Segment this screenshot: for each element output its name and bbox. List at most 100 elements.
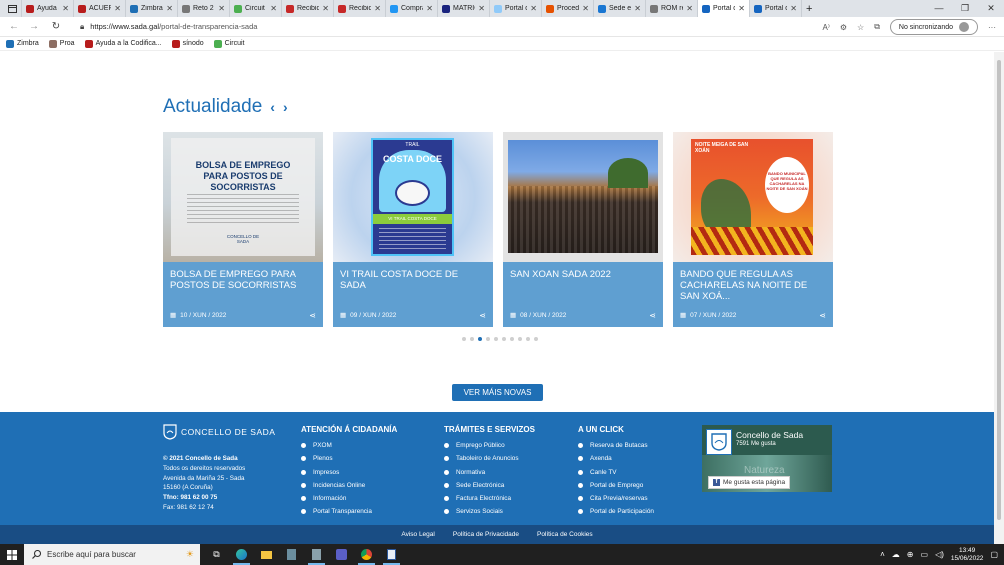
browser-tab[interactable]: Zimbra: ✕ (126, 0, 178, 17)
browser-tab[interactable]: Recibido✕ (282, 0, 334, 17)
legal-link[interactable]: Aviso Legal (401, 531, 435, 538)
carousel-dot[interactable] (486, 337, 490, 341)
word-taskbar-button[interactable] (379, 544, 404, 565)
footer-logo[interactable]: CONCELLO DE SADA (163, 424, 275, 440)
browser-tab[interactable]: Compra✕ (386, 0, 438, 17)
browser-tab[interactable]: Recibido✕ (334, 0, 386, 17)
carousel-dot[interactable] (462, 337, 466, 341)
carousel-dot[interactable] (502, 337, 506, 341)
footer-link[interactable]: Emprego Público (444, 442, 535, 449)
browser-tab[interactable]: Portal d ✕ (698, 0, 750, 17)
facebook-page-name[interactable]: Concello de Sada (736, 430, 803, 440)
footer-link[interactable]: Información (301, 495, 397, 502)
tab-close-icon[interactable]: ✕ (634, 4, 641, 13)
facebook-like-button[interactable]: f Me gusta esta página (708, 476, 791, 489)
browser-tab[interactable]: Portal d ✕ (490, 0, 542, 17)
chrome-taskbar-button[interactable] (354, 544, 379, 565)
tab-close-icon[interactable]: ✕ (738, 4, 745, 13)
tab-close-icon[interactable]: ✕ (114, 4, 121, 13)
legal-link[interactable]: Política de Cookies (537, 531, 593, 538)
teams-taskbar-button[interactable] (329, 544, 354, 565)
browser-tab[interactable]: Circuit ✕ (230, 0, 282, 17)
close-window-button[interactable]: ✕ (978, 0, 1004, 17)
browser-tab[interactable]: ROM re ✕ (646, 0, 698, 17)
tab-close-icon[interactable]: ✕ (426, 4, 433, 13)
bookmark-item[interactable]: Circuit (213, 39, 244, 48)
minimize-button[interactable]: — (926, 0, 952, 17)
scrollbar-thumb[interactable] (997, 60, 1001, 520)
tab-close-icon[interactable]: ✕ (322, 4, 329, 13)
footer-link[interactable]: Taboleiro de Anuncios (444, 455, 535, 462)
footer-link[interactable]: Impresos (301, 469, 397, 476)
share-icon[interactable]: ⋖ (479, 311, 486, 320)
battery-icon[interactable]: ▭ (921, 550, 929, 559)
footer-link[interactable]: Sede Electrónica (444, 482, 535, 489)
news-card[interactable]: NOITE MEIGA DE SAN XOÁN BANDO MUNICIPAL … (673, 132, 833, 327)
share-icon[interactable]: ⋖ (309, 311, 316, 320)
profile-sync-button[interactable]: No sincronizando (889, 19, 978, 35)
more-news-button[interactable]: VER MÁIS NOVAS (452, 384, 543, 401)
refresh-button[interactable]: ↻ (48, 21, 64, 32)
maximize-button[interactable]: ❐ (952, 0, 978, 17)
news-title[interactable]: BANDO QUE REGULA AS CACHARELAS NA NOITE … (680, 269, 826, 302)
bookmark-item[interactable]: Zimbra (6, 39, 39, 48)
collections-icon[interactable]: ⧉ (874, 22, 880, 32)
legal-link[interactable]: Política de Privacidade (453, 531, 519, 538)
browser-tab[interactable]: Proced ✕ (542, 0, 594, 17)
footer-link[interactable]: Reserva de Butacas (578, 442, 654, 449)
edge-taskbar-button[interactable] (229, 544, 254, 565)
explorer-taskbar-button[interactable] (254, 544, 279, 565)
network-icon[interactable]: ⊕ (907, 550, 914, 559)
share-icon[interactable]: ⋖ (649, 311, 656, 320)
footer-link[interactable]: Normativa (444, 469, 535, 476)
footer-link[interactable]: Canle TV (578, 469, 654, 476)
browser-tab[interactable]: Sede el ✕ (594, 0, 646, 17)
bookmark-item[interactable]: Ayuda a la Codifica... (84, 39, 162, 48)
tracking-icon[interactable]: ⚙ (840, 23, 847, 32)
start-button[interactable] (0, 544, 24, 565)
carousel-dot[interactable] (526, 337, 530, 341)
cloud-icon[interactable]: ☁ (892, 550, 900, 559)
tab-close-icon[interactable]: ✕ (790, 4, 797, 13)
carousel-prev-button[interactable]: ‹ (270, 99, 275, 115)
tab-close-icon[interactable]: ✕ (374, 4, 381, 13)
carousel-dot[interactable] (470, 337, 474, 341)
back-button[interactable]: ← (6, 21, 22, 32)
footer-link[interactable]: Incidencias Online (301, 482, 397, 489)
footer-link[interactable]: PXOM (301, 442, 397, 449)
tab-close-icon[interactable]: ✕ (478, 4, 485, 13)
news-card[interactable]: TRAIL COSTA DOCE VI TRAIL COSTA DOCE VI … (333, 132, 493, 327)
url-field[interactable]: https://www.sada.gal/portal-de-transpare… (90, 22, 257, 31)
page-scrollbar[interactable] (994, 52, 1004, 544)
tab-close-icon[interactable]: ✕ (218, 4, 225, 13)
footer-link[interactable]: Servizos Sociais (444, 508, 535, 515)
share-icon[interactable]: ⋖ (819, 311, 826, 320)
footer-link[interactable]: Cita Previa/reservas (578, 495, 654, 502)
tab-close-icon[interactable]: ✕ (62, 4, 69, 13)
news-title[interactable]: VI TRAIL COSTA DOCE DE SADA (340, 269, 486, 291)
news-title[interactable]: BOLSA DE EMPREGO PARA POSTOS DE SOCORRIS… (170, 269, 316, 291)
new-tab-button[interactable]: + (802, 0, 822, 17)
browser-tab[interactable]: Reto 2 p✕ (178, 0, 230, 17)
read-aloud-icon[interactable]: A⁾ (823, 23, 830, 32)
facebook-widget[interactable]: Concello de Sada 7591 Me gusta Natureza … (702, 425, 832, 492)
tab-close-icon[interactable]: ✕ (166, 4, 173, 13)
browser-tab[interactable]: ACUERD✕ (74, 0, 126, 17)
task-view-button[interactable]: ⧉ (204, 544, 229, 565)
footer-link[interactable]: Portal Transparencia (301, 508, 397, 515)
browser-tab[interactable]: Ayuda a✕ (22, 0, 74, 17)
news-card[interactable]: BOLSA DE EMPREGO PARA POSTOS DE SOCORRIS… (163, 132, 323, 327)
taskbar-search[interactable]: Escribe aquí para buscar ☀ (24, 544, 200, 565)
news-card[interactable]: SAN XOAN SADA 2022 ▦ 08 / XUN / 2022 ⋖ (503, 132, 663, 327)
tab-actions-button[interactable] (0, 0, 22, 17)
footer-link[interactable]: Axenda (578, 455, 654, 462)
tab-close-icon[interactable]: ✕ (270, 4, 277, 13)
news-title[interactable]: SAN XOAN SADA 2022 (510, 269, 656, 280)
carousel-dot[interactable] (478, 337, 482, 341)
clock[interactable]: 13:49 15/06/2022 (951, 547, 984, 563)
favorites-icon[interactable]: ☆ (857, 23, 864, 32)
chevron-up-icon[interactable]: ˄ (880, 550, 885, 559)
browser-tab[interactable]: Portal d ✕ (750, 0, 802, 17)
carousel-dot[interactable] (510, 337, 514, 341)
footer-link[interactable]: Plenos (301, 455, 397, 462)
